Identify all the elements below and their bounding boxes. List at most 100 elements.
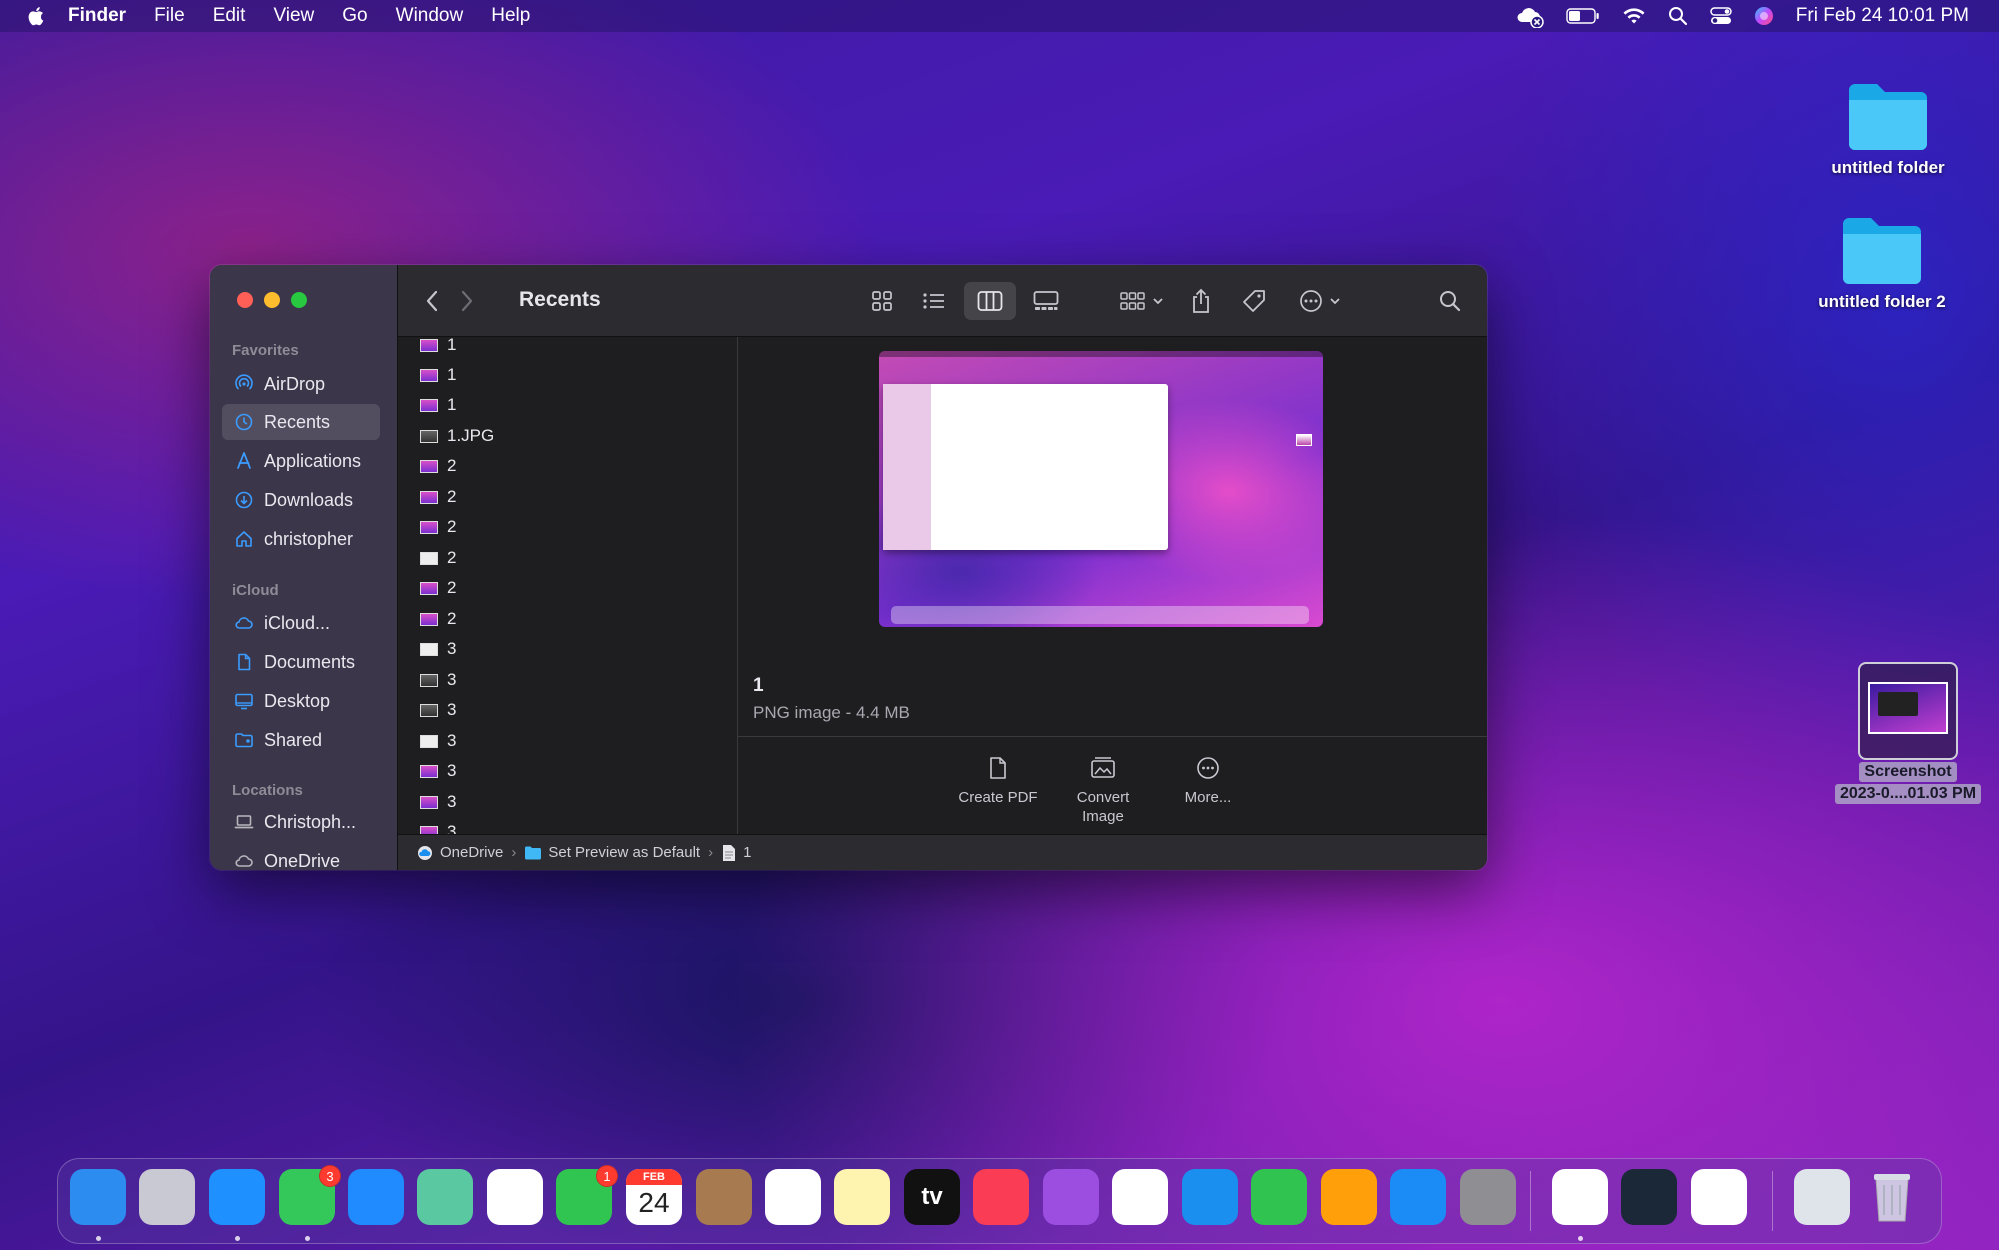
icloud-status-icon[interactable] (1514, 4, 1544, 28)
menu-window[interactable]: Window (396, 5, 464, 27)
gallery-view-button[interactable] (1026, 282, 1066, 320)
dock-app-app-store[interactable] (1390, 1169, 1446, 1225)
menu-edit[interactable]: Edit (213, 5, 246, 27)
column-view-button[interactable] (964, 282, 1016, 320)
list-item[interactable]: 3 (420, 817, 456, 834)
desktop-folder-untitled[interactable]: untitled folder (1813, 76, 1963, 178)
dock-app-news[interactable] (1112, 1169, 1168, 1225)
sidebar-item-icloud-drive[interactable]: iCloud... (222, 605, 380, 641)
sidebar-item-shared[interactable]: Shared (222, 722, 380, 758)
dock-app-finder[interactable] (70, 1169, 126, 1225)
dock-app-screenshot[interactable] (1794, 1169, 1850, 1225)
sidebar-item-applications[interactable]: Applications (222, 443, 380, 479)
list-item[interactable]: 2 (420, 573, 456, 603)
wifi-icon[interactable] (1622, 7, 1646, 25)
sidebar-item-documents[interactable]: Documents (222, 644, 380, 680)
apple-icon[interactable] (26, 5, 48, 27)
dock-app-photos[interactable] (487, 1169, 543, 1225)
group-by-button[interactable] (1114, 282, 1170, 320)
dock-app-launchpad[interactable] (139, 1169, 195, 1225)
dock-app-trash[interactable] (1864, 1169, 1920, 1225)
list-item[interactable]: 2 (420, 482, 456, 512)
image-thumbnail-icon (420, 703, 438, 717)
list-item[interactable]: 3 (420, 634, 456, 664)
sidebar-item-recents[interactable]: Recents (222, 404, 380, 440)
list-item[interactable]: 1 (420, 337, 456, 360)
gallery-icon (1033, 291, 1059, 310)
list-item[interactable]: 3 (420, 756, 456, 786)
list-item[interactable]: 2 (420, 543, 456, 573)
tag-button[interactable] (1234, 282, 1274, 320)
dock-app-contacts[interactable] (696, 1169, 752, 1225)
dock-app-podcasts[interactable] (1043, 1169, 1099, 1225)
back-button[interactable] (424, 289, 440, 313)
zoom-button[interactable] (291, 292, 307, 308)
dock-app-maps[interactable] (417, 1169, 473, 1225)
list-item[interactable]: 2 (420, 512, 456, 542)
menu-file[interactable]: File (154, 5, 185, 27)
list-view-button[interactable] (914, 282, 954, 320)
list-item[interactable]: 2 (420, 451, 456, 481)
sidebar-item-home[interactable]: christopher (222, 521, 380, 557)
dock-app-notes[interactable] (834, 1169, 890, 1225)
file-list-column[interactable]: 1 1 1 1.JPG 2 2 2 2 2 2 3 3 3 3 3 3 3 (398, 337, 738, 834)
sidebar-item-downloads[interactable]: Downloads (222, 482, 380, 518)
menu-view[interactable]: View (273, 5, 314, 27)
dock-app-pages[interactable] (1321, 1169, 1377, 1225)
menu-app-name[interactable]: Finder (68, 5, 126, 27)
siri-icon[interactable] (1754, 6, 1774, 26)
list-item[interactable]: 2 (420, 604, 456, 634)
control-center-icon[interactable] (1710, 6, 1732, 26)
list-item[interactable]: 3 (420, 726, 456, 756)
action-menu-button[interactable] (1291, 282, 1349, 320)
search-button[interactable] (1430, 282, 1470, 320)
minimize-button[interactable] (264, 292, 280, 308)
dock-app-steam[interactable] (1621, 1169, 1677, 1225)
sidebar-item-desktop[interactable]: Desktop (222, 683, 380, 719)
battery-icon[interactable] (1566, 7, 1600, 25)
dock-app-facetime[interactable]: 1 (556, 1165, 618, 1225)
share-button[interactable] (1181, 282, 1221, 320)
dock-app-music[interactable] (973, 1169, 1029, 1225)
dock-app-reminders[interactable] (765, 1169, 821, 1225)
list-item[interactable]: 3 (420, 695, 456, 725)
create-pdf-button[interactable]: Create PDF (943, 756, 1053, 807)
dock-app-system-preferences[interactable] (1460, 1169, 1516, 1225)
dock-app-numbers[interactable] (1251, 1169, 1307, 1225)
sidebar-item-label: christopher (264, 528, 354, 549)
dock-app-chrome[interactable] (1552, 1169, 1608, 1225)
spotlight-search-icon[interactable] (1668, 6, 1688, 26)
sidebar-item-onedrive[interactable]: OneDrive (222, 843, 380, 870)
desktop-screenshot-file[interactable]: Screenshot 2023-0....01.03 PM (1833, 662, 1983, 804)
path-segment-file[interactable]: 1 (721, 844, 751, 862)
menu-clock[interactable]: Fri Feb 24 10:01 PM (1796, 5, 1969, 27)
finder-window[interactable]: Favorites AirDrop Recents Applications D… (210, 265, 1487, 870)
preview-image[interactable] (879, 351, 1323, 627)
icon-view-button[interactable] (862, 282, 902, 320)
list-item[interactable]: 3 (420, 787, 456, 817)
system-preferences-icon (1460, 1169, 1516, 1225)
dock-app-keynote[interactable] (1182, 1169, 1238, 1225)
close-button[interactable] (237, 292, 253, 308)
dock-app-tv[interactable]: tv (904, 1169, 960, 1225)
more-actions-button[interactable]: More... (1153, 756, 1263, 807)
sidebar-item-airdrop[interactable]: AirDrop (222, 366, 380, 402)
desktop-folder-untitled-2[interactable]: untitled folder 2 (1807, 210, 1957, 312)
dock-app-messages[interactable]: 3 (279, 1165, 341, 1225)
forward-button[interactable] (459, 289, 475, 313)
menu-help[interactable]: Help (491, 5, 530, 27)
path-segment-folder[interactable]: Set Preview as Default (524, 844, 700, 861)
dock-app-mail[interactable] (348, 1169, 404, 1225)
dock-app-onedrive[interactable] (1691, 1169, 1747, 1225)
menu-go[interactable]: Go (342, 5, 367, 27)
dock-app-safari[interactable] (209, 1169, 265, 1225)
convert-image-button[interactable]: Convert Image (1048, 756, 1158, 826)
sidebar-item-macbook[interactable]: Christoph... (222, 804, 380, 840)
list-item[interactable]: 1.JPG (420, 421, 494, 451)
preview-pane: 1 PNG image - 4.4 MB Create PDF Convert … (738, 337, 1487, 834)
list-item[interactable]: 1 (420, 360, 456, 390)
list-item[interactable]: 3 (420, 665, 456, 695)
dock-app-calendar[interactable]: FEB 24 (626, 1169, 682, 1225)
path-segment-onedrive[interactable]: OneDrive (416, 844, 503, 861)
list-item[interactable]: 1 (420, 390, 456, 420)
